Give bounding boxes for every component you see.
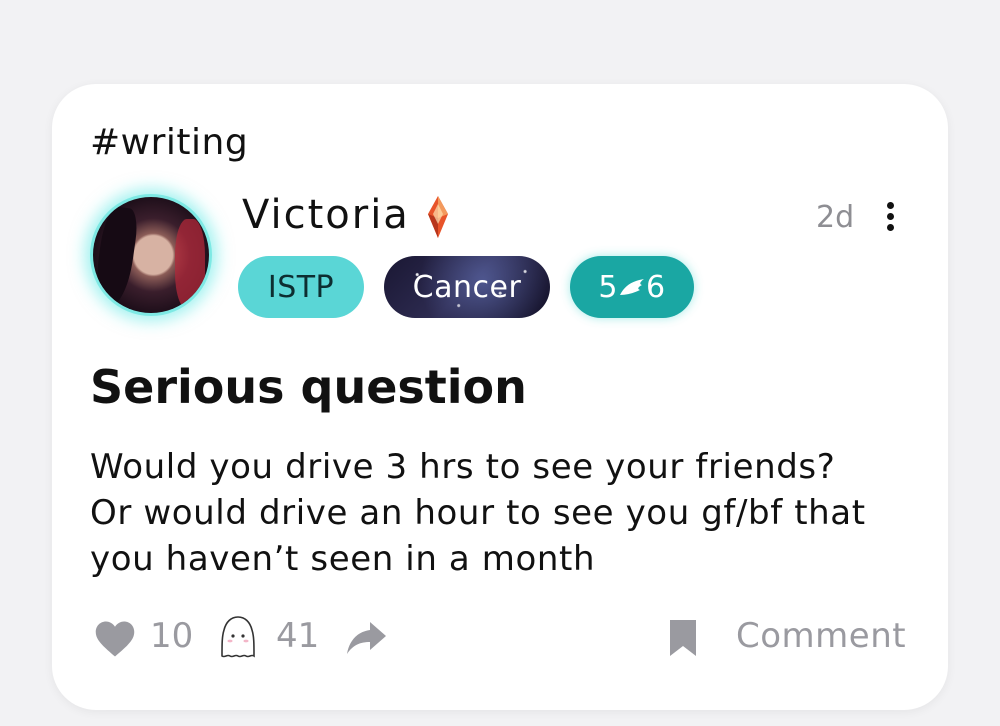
post-title: Serious question [90,360,527,414]
author-name[interactable]: Victoria [242,192,410,238]
post-body: Would you drive 3 hrs to see your friend… [90,444,910,582]
ghost-comment-icon[interactable] [218,614,258,660]
avatar[interactable] [90,194,212,316]
enneagram-tag[interactable]: 56 [570,256,694,318]
zodiac-tag-label: Cancer [412,269,522,305]
share-icon[interactable] [344,618,388,658]
post-topic[interactable]: #writing [90,122,248,163]
post-body-line: Would you drive 3 hrs to see your friend… [90,447,836,487]
back-chevron-icon[interactable] [48,0,74,8]
post-actions: 10 41 Comment [90,614,910,664]
heart-icon[interactable] [94,618,136,660]
comment-button[interactable]: Comment [736,616,906,656]
enneagram-wing: 6 [646,269,666,305]
gem-icon [428,196,448,238]
post-time: 2d [816,200,855,235]
zodiac-tag[interactable]: Cancer [384,256,550,318]
bookmark-icon[interactable] [668,618,698,658]
comment-count: 41 [276,616,320,656]
mbti-tag[interactable]: ISTP [238,256,364,318]
more-options-icon[interactable] [884,202,896,234]
post-body-line: Or would drive an hour to see you gf/bf … [90,493,866,533]
enneagram-core: 5 [598,269,618,305]
like-count: 10 [150,616,194,656]
wing-icon [620,279,644,295]
avatar-photo [93,197,209,313]
post-body-line: you haven’t seen in a month [90,539,596,579]
post-card[interactable]: #writing Victoria 2d ISTP Cancer 56 Seri… [52,84,948,710]
mbti-tag-label: ISTP [267,269,335,305]
